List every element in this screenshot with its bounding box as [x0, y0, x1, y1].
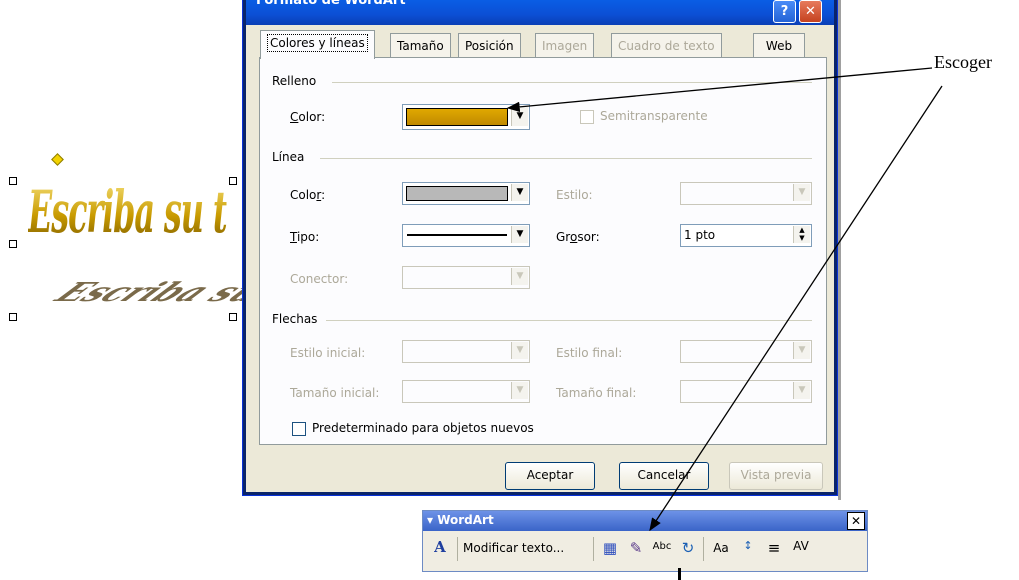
tab-label: Colores y líneas [267, 34, 368, 52]
arrow-to-fill-color [506, 67, 933, 113]
tab-colores-lineas[interactable]: Colores y líneas [260, 30, 375, 59]
annotation-label: Escoger [934, 52, 992, 72]
arrow-to-format-icon [649, 85, 943, 532]
annotation-arrows [506, 67, 943, 532]
